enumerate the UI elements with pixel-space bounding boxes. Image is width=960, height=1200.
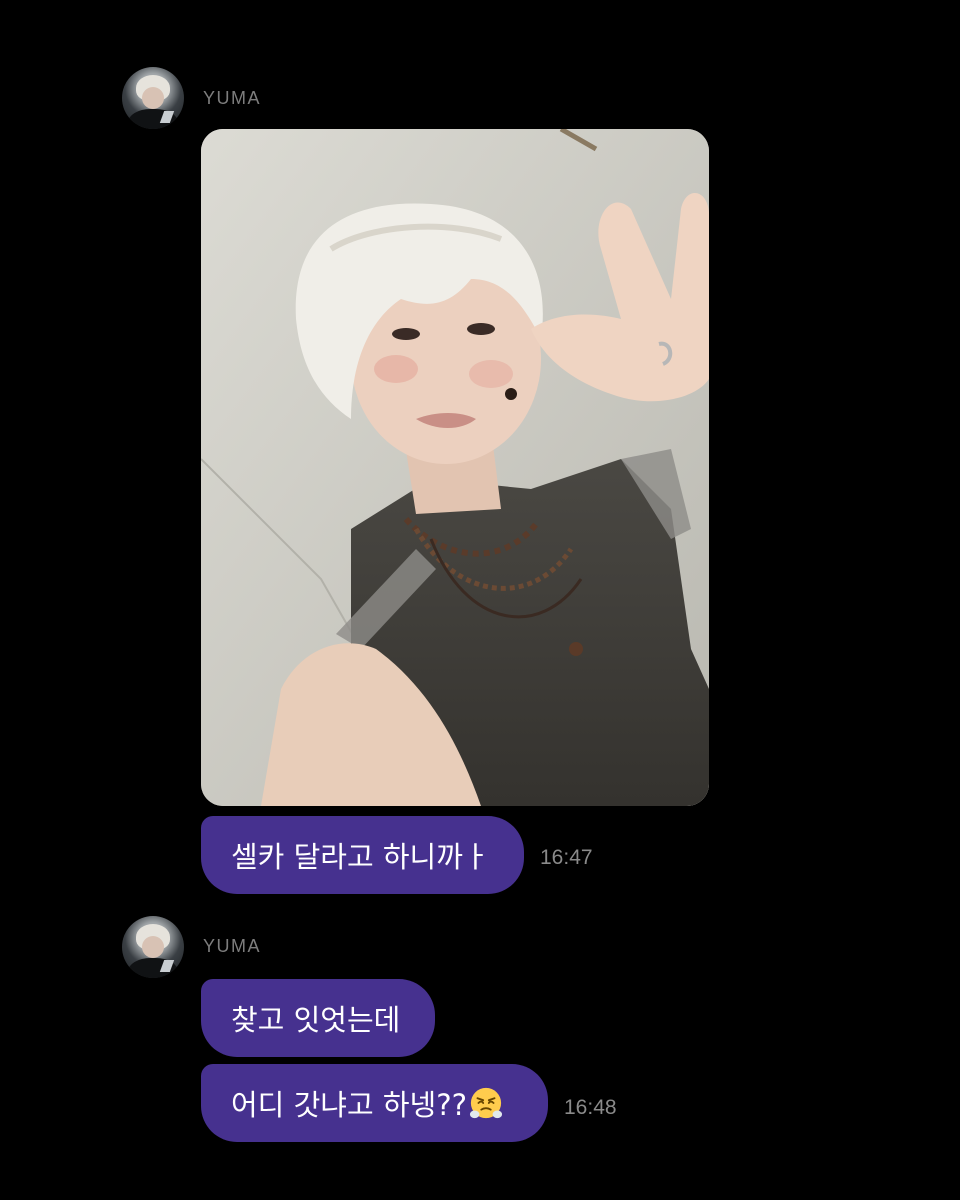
message-bubble[interactable]: 셀카 달라고 하니까ㅏ: [201, 816, 524, 894]
sender-avatar[interactable]: [122, 916, 184, 978]
sender-avatar[interactable]: [122, 67, 184, 129]
avatar-face: [142, 936, 164, 958]
message-text: 셀카 달라고 하니까ㅏ: [231, 840, 490, 874]
message-bubble[interactable]: 어디 갓냐고 하넹??: [201, 1064, 548, 1142]
photo-message[interactable]: [201, 129, 709, 806]
selfie-photo: [201, 129, 709, 806]
message-text: 찾고 잇엇는데: [231, 1003, 401, 1037]
sender-name: YUMA: [203, 88, 262, 108]
avatar-face: [142, 87, 164, 109]
message-timestamp: 16:48: [564, 1096, 617, 1119]
message-timestamp: 16:47: [540, 846, 593, 869]
message-text: 어디 갓냐고 하넹??: [231, 1088, 467, 1122]
sender-name: YUMA: [203, 936, 262, 956]
message-bubble[interactable]: 찾고 잇엇는데: [201, 979, 435, 1057]
face-with-steam-from-nose-emoji: [469, 1087, 503, 1119]
